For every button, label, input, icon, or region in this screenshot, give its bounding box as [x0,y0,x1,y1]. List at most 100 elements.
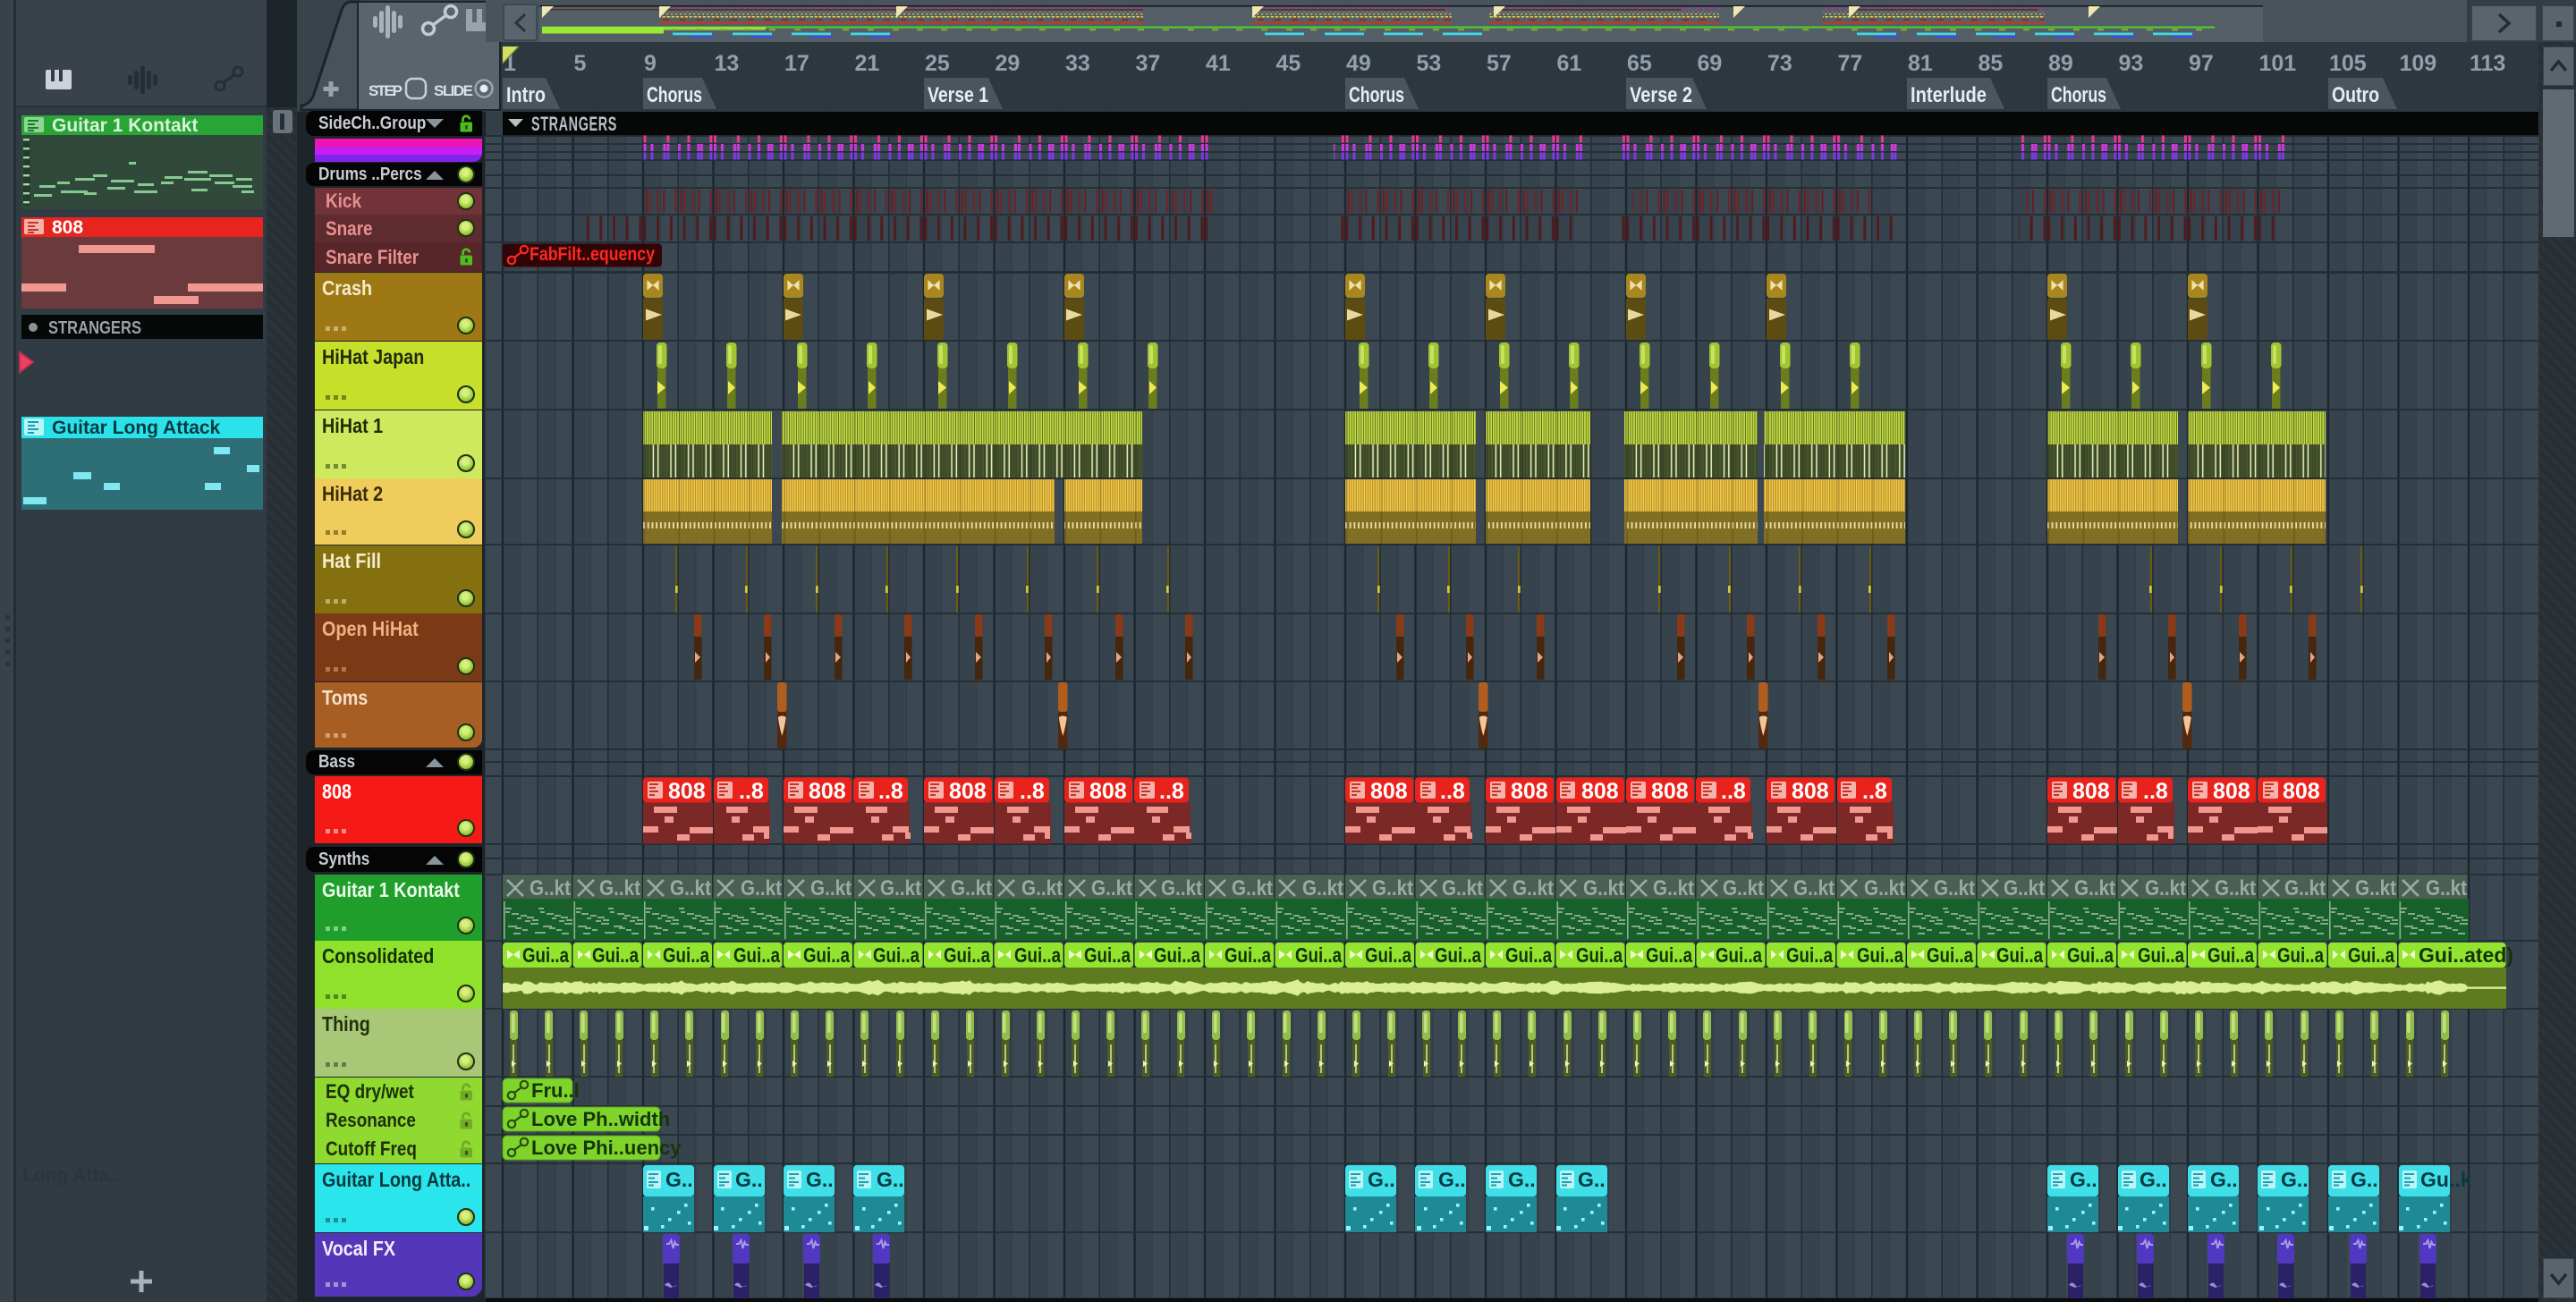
svg-text:G..: G.. [2070,1168,2097,1191]
svg-text:G..kt: G..kt [599,876,640,900]
svg-text:G..kt: G..kt [2004,876,2045,900]
svg-text:..8: ..8 [1721,779,1746,804]
svg-text:Chorus: Chorus [2051,83,2106,107]
svg-text:G..kt: G..kt [1793,876,1835,900]
svg-text:G..: G.. [806,1168,834,1191]
svg-text:Gui..a: Gui..a [803,943,850,967]
svg-text:93: 93 [2119,51,2144,76]
svg-text:G..: G.. [1438,1168,1466,1191]
svg-text:53: 53 [1417,51,1442,76]
svg-text:G..kt: G..kt [530,876,571,900]
svg-text:69: 69 [1698,51,1723,76]
svg-text:808: 808 [1651,779,1689,804]
svg-text:Gui..a: Gui..a [733,943,780,967]
svg-text:G..: G.. [665,1168,693,1191]
svg-text:Chorus: Chorus [647,83,702,107]
svg-text:109: 109 [2400,51,2437,76]
svg-text:G..: G.. [2140,1168,2167,1191]
svg-text:9: 9 [644,51,657,76]
svg-text:G..kt: G..kt [951,876,992,900]
svg-text:808: 808 [1792,779,1829,804]
svg-text:..8: ..8 [739,779,764,804]
svg-text:..8: ..8 [2143,779,2168,804]
svg-text:65: 65 [1627,51,1652,76]
svg-text:G..kt: G..kt [2074,876,2115,900]
svg-text:17: 17 [784,51,809,76]
svg-text:Gui..a: Gui..a [1786,943,1833,967]
svg-text:808: 808 [2072,779,2110,804]
svg-text:Intro: Intro [506,83,546,107]
svg-text:Gui..a: Gui..a [1435,943,1481,967]
svg-text:G..kt: G..kt [1302,876,1343,900]
svg-text:Verse 2: Verse 2 [1630,83,1692,107]
svg-text:Gui..a: Gui..a [1646,943,1692,967]
svg-text:45: 45 [1276,51,1301,76]
svg-text:G..kt: G..kt [1161,876,1202,900]
svg-text:808: 808 [809,779,846,804]
svg-text:G..kt: G..kt [1021,876,1063,900]
svg-text:Gui..a: Gui..a [522,943,569,967]
svg-text:Gui..a: Gui..a [2138,943,2184,967]
svg-text:105: 105 [2329,51,2367,76]
svg-text:Gui..a: Gui..a [1857,943,1903,967]
svg-text:Gui..a: Gui..a [1224,943,1271,967]
svg-text:Gui..a: Gui..a [2207,943,2254,967]
svg-text:41: 41 [1206,51,1231,76]
svg-text:G..kt: G..kt [2284,876,2326,900]
svg-text:37: 37 [1136,51,1161,76]
svg-text:Gui..a: Gui..a [1014,943,1061,967]
svg-text:G..: G.. [735,1168,763,1191]
svg-text:Gui..a: Gui..a [944,943,990,967]
svg-text:Gui..a: Gui..a [1505,943,1552,967]
svg-text:G..kt: G..kt [2145,876,2186,900]
svg-text:Fru..l: Fru..l [531,1079,580,1102]
svg-text:G..kt: G..kt [741,876,782,900]
svg-text:..8: ..8 [878,779,903,804]
svg-text:808: 808 [1511,779,1548,804]
svg-text:G..kt: G..kt [1934,876,1975,900]
svg-text:33: 33 [1065,51,1090,76]
svg-text:FabFilt..equency: FabFilt..equency [530,244,655,265]
svg-text:73: 73 [1767,51,1792,76]
svg-text:G..: G.. [1578,1168,1606,1191]
svg-text:5: 5 [574,51,587,76]
svg-text:Gui..a: Gui..a [663,943,709,967]
svg-text:85: 85 [1979,51,2004,76]
svg-text:..8: ..8 [1020,779,1045,804]
svg-text:101: 101 [2259,51,2297,76]
svg-text:G..: G.. [877,1168,904,1191]
svg-text:G..kt: G..kt [1091,876,1132,900]
svg-text:G..kt: G..kt [1232,876,1273,900]
svg-text:97: 97 [2189,51,2214,76]
svg-text:G..kt: G..kt [1723,876,1764,900]
svg-text:Gui..a: Gui..a [1295,943,1342,967]
svg-text:G..: G.. [2281,1168,2309,1191]
svg-text:808: 808 [2283,779,2320,804]
svg-text:Gui..ated): Gui..ated) [2419,943,2513,967]
svg-text:G..: G.. [1508,1168,1536,1191]
svg-text:Gui..a: Gui..a [1154,943,1200,967]
svg-text:Verse 1: Verse 1 [928,83,988,107]
svg-text:G..kt: G..kt [880,876,921,900]
svg-text:113: 113 [2470,51,2505,76]
svg-text:G..kt: G..kt [2215,876,2256,900]
svg-text:G..: G.. [2351,1168,2378,1191]
svg-text:Gui..a: Gui..a [592,943,639,967]
svg-text:Gui..a: Gui..a [1576,943,1623,967]
svg-text:..8: ..8 [1862,779,1887,804]
svg-text:808: 808 [1370,779,1408,804]
svg-text:G..kt: G..kt [1442,876,1483,900]
svg-text:808: 808 [2213,779,2250,804]
svg-text:49: 49 [1346,51,1371,76]
svg-text:Gui..a: Gui..a [1716,943,1762,967]
svg-text:G..kt: G..kt [2355,876,2396,900]
svg-text:G..: G.. [1368,1168,1395,1191]
svg-text:Gui..a: Gui..a [2067,943,2114,967]
svg-text:81: 81 [1908,51,1933,76]
svg-text:G..: G.. [2210,1168,2238,1191]
svg-text:808: 808 [1581,779,1619,804]
svg-text:Chorus: Chorus [1349,83,1404,107]
svg-text:G..kt: G..kt [1513,876,1554,900]
svg-text:Gui..a: Gui..a [1996,943,2043,967]
svg-text:29: 29 [996,51,1021,76]
